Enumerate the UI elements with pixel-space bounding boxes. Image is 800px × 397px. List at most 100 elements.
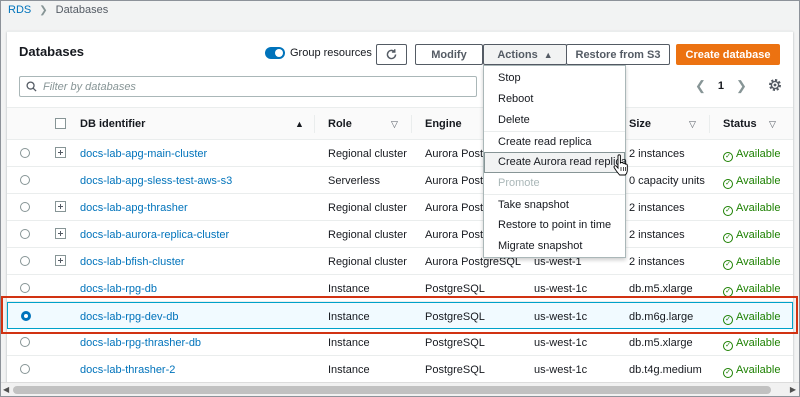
table-row[interactable]: docs-lab-thrasher-2 Instance PostgreSQL … [7,356,793,383]
row-radio-selected[interactable] [21,311,31,321]
search-input[interactable] [43,80,463,93]
column-role[interactable]: Role [328,118,352,130]
row-radio[interactable] [20,364,30,374]
region-cell: us-west-1c [534,311,588,323]
create-database-button[interactable]: Create database [676,44,780,65]
status-text: Available [736,229,781,241]
check-circle-icon: ✓ [723,233,733,243]
row-radio[interactable] [20,256,30,266]
group-resources-toggle[interactable] [265,47,285,59]
column-db-identifier[interactable]: DB identifier [80,118,145,130]
expand-row-icon[interactable] [55,255,66,266]
table-row[interactable]: docs-lab-rpg-db Instance PostgreSQL us-w… [7,275,793,302]
role-cell: Regional cluster [328,229,407,241]
menu-item-create-aurora-read-replica[interactable]: Create Aurora read replica [484,152,627,173]
db-identifier-link[interactable]: docs-lab-aurora-replica-cluster [80,229,229,241]
menu-item-stop[interactable]: Stop [484,68,625,89]
expand-row-icon[interactable] [55,201,66,212]
menu-item-reboot[interactable]: Reboot [484,89,625,110]
size-cell: db.m5.xlarge [629,337,693,349]
column-engine[interactable]: Engine [425,118,462,130]
menu-item-create-read-replica[interactable]: Create read replica [484,131,625,152]
menu-item-delete[interactable]: Delete [484,110,625,131]
table-row[interactable]: docs-lab-bfish-cluster Regional cluster … [7,248,793,275]
table-row[interactable]: docs-lab-aurora-replica-cluster Regional… [7,221,793,248]
horizontal-scrollbar[interactable]: ◀ ▶ [1,382,799,396]
scroll-left-icon[interactable]: ◀ [3,385,9,394]
refresh-icon [386,49,397,60]
status-cell: ✓ Available [723,229,780,243]
role-cell: Instance [328,337,370,349]
db-identifier-link[interactable]: docs-lab-apg-main-cluster [80,148,207,160]
expand-row-icon[interactable] [55,228,66,239]
status-text: Available [736,283,781,295]
menu-item-restore-to-point-in-time[interactable]: Restore to point in time [484,215,625,236]
row-radio[interactable] [20,175,30,185]
table-row[interactable]: docs-lab-apg-main-cluster Regional clust… [7,140,793,167]
role-cell: Instance [328,311,370,323]
search-box [19,76,477,97]
status-text: Available [736,311,781,323]
check-circle-icon: ✓ [723,179,733,189]
db-identifier-link[interactable]: docs-lab-apg-thrasher [80,202,188,214]
refresh-button[interactable] [376,44,407,65]
db-identifier-link[interactable]: docs-lab-rpg-thrasher-db [80,337,201,349]
status-cell: ✓ Available [723,364,780,378]
column-status[interactable]: Status [723,118,757,130]
status-cell: ✓ Available [723,148,780,162]
expand-row-icon[interactable] [55,147,66,158]
db-identifier-link[interactable]: docs-lab-apg-sless-test-aws-s3 [80,175,232,187]
db-identifier-link[interactable]: docs-lab-rpg-db [80,283,157,295]
scroll-right-icon[interactable]: ▶ [790,385,796,394]
modify-button[interactable]: Modify [415,44,483,65]
db-identifier-link[interactable]: docs-lab-rpg-dev-db [80,311,178,323]
row-radio[interactable] [20,148,30,158]
actions-dropdown-menu: Stop Reboot Delete Create read replica C… [483,65,627,258]
breadcrumb-current: Databases [55,4,109,16]
table-row[interactable]: docs-lab-apg-thrasher Regional cluster A… [7,194,793,221]
table-header: DB identifier ▲ Role ▽ Engine Size ▽ Sta… [7,107,793,140]
sort-icon[interactable]: ▽ [769,119,776,130]
db-identifier-link[interactable]: docs-lab-thrasher-2 [80,364,175,376]
sort-ascending-icon[interactable]: ▲ [295,119,304,129]
actions-button[interactable]: Actions ▲ [483,44,567,65]
menu-item-migrate-snapshot[interactable]: Migrate snapshot [484,236,625,257]
row-radio[interactable] [20,229,30,239]
previous-page-icon[interactable]: ❮ [695,78,706,94]
engine-cell: PostgreSQL [425,337,485,349]
table-row[interactable]: docs-lab-apg-sless-test-aws-s3 Serverles… [7,167,793,194]
breadcrumb-rds-link[interactable]: RDS [8,4,31,16]
next-page-icon[interactable]: ❯ [736,78,747,94]
size-cell: 2 instances [629,202,685,214]
status-text: Available [736,256,781,268]
sort-icon[interactable]: ▽ [391,119,398,130]
scrollbar-thumb[interactable] [13,386,771,394]
actions-label: Actions [497,48,538,61]
size-cell: 2 instances [629,229,685,241]
size-cell: db.m6g.large [629,311,694,323]
row-radio[interactable] [20,337,30,347]
databases-panel: Databases Group resources Modify Actions… [7,31,793,397]
column-size[interactable]: Size [629,118,651,130]
caret-up-icon: ▲ [543,49,553,60]
column-divider [411,115,412,133]
db-identifier-link[interactable]: docs-lab-bfish-cluster [80,256,185,268]
sort-icon[interactable]: ▽ [689,119,696,130]
role-cell: Regional cluster [328,202,407,214]
size-cell: db.t4g.medium [629,364,702,376]
table-row[interactable]: docs-lab-rpg-thrasher-db Instance Postgr… [7,329,793,356]
menu-item-take-snapshot[interactable]: Take snapshot [484,194,625,215]
status-text: Available [736,202,781,214]
row-radio[interactable] [20,283,30,293]
table-row-selected[interactable]: docs-lab-rpg-dev-db Instance PostgreSQL … [7,302,793,329]
restore-from-s3-button[interactable]: Restore from S3 [566,44,670,65]
region-cell: us-west-1c [534,337,588,349]
gear-icon[interactable] [767,77,783,93]
expand-all-icon[interactable] [55,118,66,129]
check-circle-icon: ✓ [723,368,733,378]
page-title: Databases [19,44,85,59]
check-circle-icon: ✓ [723,341,733,351]
row-radio[interactable] [20,202,30,212]
current-page-number[interactable]: 1 [718,80,724,92]
size-cell: 2 instances [629,148,685,160]
